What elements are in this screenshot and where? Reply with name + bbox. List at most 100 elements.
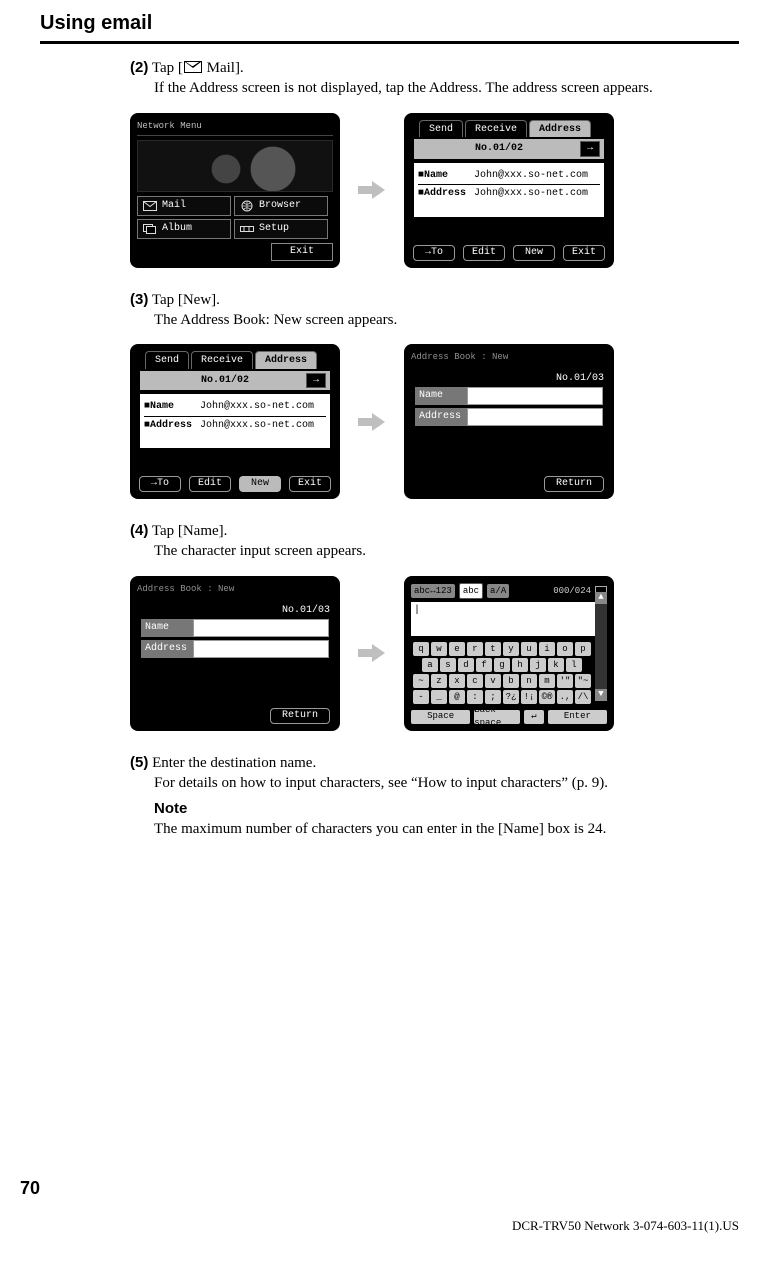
setup-icon	[240, 223, 254, 235]
kb-key[interactable]: ~	[413, 674, 429, 688]
tab-receive[interactable]: Receive	[191, 351, 253, 369]
tab-receive[interactable]: Receive	[465, 120, 527, 138]
tab-address[interactable]: Address	[255, 351, 317, 369]
kb-return-key[interactable]: ↵	[524, 710, 544, 724]
nm-setup-button[interactable]: Setup	[234, 219, 328, 239]
kb-key[interactable]: ;	[485, 690, 501, 704]
ab-name-label: Name	[415, 387, 467, 405]
kb-key[interactable]: o	[557, 642, 573, 656]
ab-return-button[interactable]: Return	[544, 476, 604, 492]
kb-mode-toggle[interactable]: abc↔123	[411, 584, 455, 598]
kb-backspace-key[interactable]: Back space	[474, 710, 520, 724]
step-2-number: (2)	[130, 59, 148, 76]
ab-address-input[interactable]	[193, 640, 329, 658]
kb-key[interactable]: x	[449, 674, 465, 688]
kb-key[interactable]: z	[431, 674, 447, 688]
kb-key[interactable]: g	[494, 658, 510, 672]
note-body: The maximum number of characters you can…	[154, 819, 739, 839]
kb-key[interactable]: q	[413, 642, 429, 656]
nm-exit-button[interactable]: Exit	[271, 243, 333, 261]
ab-address-label: Address	[415, 408, 467, 426]
kb-key[interactable]: m	[539, 674, 555, 688]
address-next-arrow[interactable]: →	[580, 141, 600, 157]
kb-key[interactable]: r	[467, 642, 483, 656]
screen-keyboard: abc↔123 abc a/A 000/024 | ▲ ▼ qwertyuiop…	[404, 576, 614, 731]
kb-key[interactable]: k	[548, 658, 564, 672]
address-edit-button[interactable]: Edit	[463, 245, 505, 261]
addr-name-label: ■Name	[144, 400, 194, 414]
nm-mail-button[interactable]: Mail	[137, 196, 231, 216]
address-new-button[interactable]: New	[513, 245, 555, 261]
kb-key[interactable]: j	[530, 658, 546, 672]
tab-send[interactable]: Send	[419, 120, 463, 138]
address-next-arrow[interactable]: →	[306, 373, 326, 389]
address-exit-button[interactable]: Exit	[563, 245, 605, 261]
screen-address: Send Receive Address No.01/02 → ■Name Jo…	[404, 113, 614, 268]
tab-address[interactable]: Address	[529, 120, 591, 138]
kb-key[interactable]: t	[485, 642, 501, 656]
kb-key[interactable]: -	[413, 690, 429, 704]
ab-name-input[interactable]	[193, 619, 329, 637]
nm-mail-label: Mail	[162, 199, 186, 213]
kb-key[interactable]: w	[431, 642, 447, 656]
address-to-button[interactable]: →To	[139, 476, 181, 492]
address-to-button[interactable]: →To	[413, 245, 455, 261]
kb-key[interactable]: /\	[575, 690, 591, 704]
step-2-line1b: Mail].	[203, 60, 244, 76]
kb-key[interactable]: .,	[557, 690, 573, 704]
envelope-icon	[143, 200, 157, 212]
kb-key[interactable]: :	[467, 690, 483, 704]
step-2-body: If the Address screen is not displayed, …	[154, 78, 739, 98]
tab-send[interactable]: Send	[145, 351, 189, 369]
address-new-button-highlighted[interactable]: New	[239, 476, 281, 492]
address-exit-button[interactable]: Exit	[289, 476, 331, 492]
kb-key[interactable]: ?¿	[503, 690, 519, 704]
kb-enter-key[interactable]: Enter	[548, 710, 607, 724]
address-edit-button[interactable]: Edit	[189, 476, 231, 492]
kb-key[interactable]: "~	[575, 674, 591, 688]
kb-key[interactable]: '"	[557, 674, 573, 688]
kb-counter: 000/024	[553, 585, 591, 597]
addr-address-label: ■Address	[418, 187, 468, 201]
ab-name-input[interactable]	[467, 387, 603, 405]
kb-key[interactable]: d	[458, 658, 474, 672]
title-rule	[40, 41, 739, 44]
ab-return-button[interactable]: Return	[270, 708, 330, 724]
kb-key[interactable]: c	[467, 674, 483, 688]
nm-album-button[interactable]: Album	[137, 219, 231, 239]
addr-address-value: John@xxx.so-net.com	[474, 187, 588, 201]
kb-row-1: qwertyuiop	[411, 642, 593, 656]
kb-key[interactable]: y	[503, 642, 519, 656]
kb-mode-abc[interactable]: abc	[459, 583, 483, 599]
kb-key[interactable]: e	[449, 642, 465, 656]
kb-key[interactable]: u	[521, 642, 537, 656]
nm-browser-label: Browser	[259, 199, 301, 213]
kb-key[interactable]: f	[476, 658, 492, 672]
footer-text: DCR-TRV50 Network 3-074-603-11(1).US	[512, 1217, 739, 1235]
kb-key[interactable]: i	[539, 642, 555, 656]
step-5-body: For details on how to input characters, …	[154, 773, 739, 793]
kb-key[interactable]: h	[512, 658, 528, 672]
kb-key[interactable]: b	[503, 674, 519, 688]
addr-address-value: John@xxx.so-net.com	[200, 419, 314, 433]
page-number: 70	[20, 1176, 40, 1200]
kb-text-input[interactable]: |	[411, 602, 607, 636]
scroll-up-icon[interactable]: ▲	[595, 592, 607, 604]
kb-space-key[interactable]: Space	[411, 710, 470, 724]
kb-key[interactable]: l	[566, 658, 582, 672]
kb-key[interactable]: @	[449, 690, 465, 704]
kb-key[interactable]: _	[431, 690, 447, 704]
kb-scrollbar[interactable]: ▲ ▼	[595, 592, 607, 701]
kb-key[interactable]: p	[575, 642, 591, 656]
kb-key[interactable]: !¡	[521, 690, 537, 704]
kb-key[interactable]: ©®	[539, 690, 555, 704]
scroll-down-icon[interactable]: ▼	[595, 689, 607, 701]
ab-address-input[interactable]	[467, 408, 603, 426]
nm-browser-button[interactable]: Browser	[234, 196, 328, 216]
addr-name-value: John@xxx.so-net.com	[200, 400, 314, 414]
kb-key[interactable]: a	[422, 658, 438, 672]
kb-key[interactable]: n	[521, 674, 537, 688]
kb-key[interactable]: v	[485, 674, 501, 688]
kb-mode-case[interactable]: a/A	[487, 584, 509, 598]
kb-key[interactable]: s	[440, 658, 456, 672]
